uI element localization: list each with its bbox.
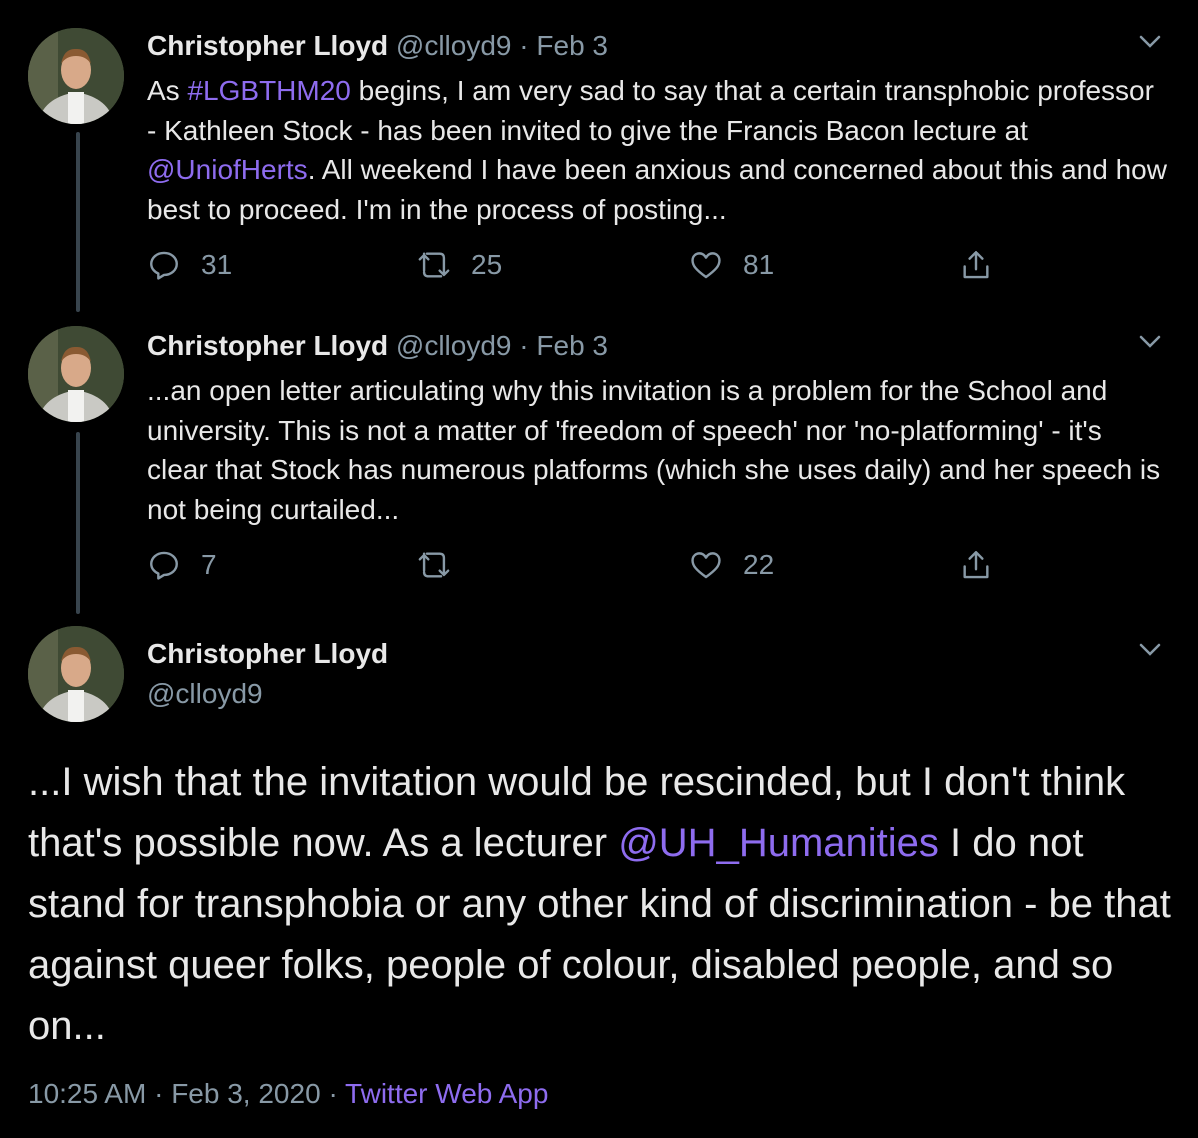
chevron-down-icon[interactable]: [1138, 334, 1162, 350]
main-tweet-text: ...I wish that the invitation would be r…: [28, 752, 1178, 1057]
like-icon: [691, 252, 721, 279]
separator: ·: [519, 30, 529, 61]
retweet-count: 25: [471, 249, 503, 280]
reply-icon: [150, 551, 178, 580]
thread-line: [76, 132, 80, 312]
author-name[interactable]: Christopher Lloyd: [147, 330, 388, 361]
tweet-header: Christopher Lloyd @clloyd9: [147, 637, 388, 711]
separator: ·: [328, 1078, 338, 1109]
mention-link[interactable]: @UH_Humanities: [618, 821, 939, 865]
avatar[interactable]: [28, 28, 124, 124]
author-handle[interactable]: @clloyd9: [396, 30, 512, 61]
author-name[interactable]: Christopher Lloyd: [147, 30, 388, 61]
share-button[interactable]: [959, 248, 1013, 282]
author-handle[interactable]: @clloyd9: [147, 677, 388, 711]
hashtag-link[interactable]: #LGBTHM20: [187, 75, 350, 106]
retweet-icon: [418, 552, 450, 578]
mention-link[interactable]: @UniofHerts: [147, 154, 308, 185]
reply-icon: [150, 251, 178, 280]
source-app-link[interactable]: Twitter Web App: [345, 1078, 548, 1109]
tweet-header: Christopher Lloyd @clloyd9 · Feb 3: [147, 329, 608, 363]
tweet-header: Christopher Lloyd @clloyd9 · Feb 3: [147, 29, 608, 63]
avatar[interactable]: [28, 626, 124, 722]
avatar[interactable]: [28, 326, 124, 422]
tweet-meta: 10:25 AM · Feb 3, 2020 · Twitter Web App: [28, 1078, 548, 1110]
separator: ·: [519, 330, 529, 361]
retweet-button[interactable]: [417, 548, 471, 582]
separator: ·: [154, 1078, 164, 1109]
tweet-time[interactable]: 10:25 AM: [28, 1078, 146, 1109]
retweet-icon: [418, 252, 450, 278]
like-count: 81: [743, 249, 775, 280]
share-button[interactable]: [959, 548, 1013, 582]
share-icon: [963, 251, 989, 279]
like-icon: [691, 552, 721, 579]
share-icon: [963, 551, 989, 579]
reply-count: 7: [201, 549, 217, 580]
author-handle[interactable]: @clloyd9: [396, 330, 512, 361]
chevron-down-icon[interactable]: [1138, 34, 1162, 50]
like-button[interactable]: 22: [689, 548, 774, 582]
retweet-button[interactable]: 25: [417, 248, 502, 282]
chevron-down-icon[interactable]: [1138, 642, 1162, 658]
thread-line: [76, 432, 80, 614]
tweet-actions: 7 22: [147, 548, 1047, 588]
tweet-date[interactable]: Feb 3, 2020: [171, 1078, 320, 1109]
reply-button[interactable]: 7: [147, 548, 217, 582]
tweet-text: As #LGBTHM20 begins, I am very sad to sa…: [147, 71, 1167, 229]
text-segment: As: [147, 75, 188, 106]
reply-count: 31: [201, 249, 233, 280]
author-name[interactable]: Christopher Lloyd: [147, 637, 388, 671]
tweet-actions: 31 25 81: [147, 248, 1047, 288]
like-button[interactable]: 81: [689, 248, 774, 282]
tweet-text: ...an open letter articulating why this …: [147, 375, 1161, 525]
like-count: 22: [743, 549, 775, 580]
tweet-date[interactable]: Feb 3: [536, 330, 608, 361]
tweet-date[interactable]: Feb 3: [536, 30, 608, 61]
reply-button[interactable]: 31: [147, 248, 232, 282]
